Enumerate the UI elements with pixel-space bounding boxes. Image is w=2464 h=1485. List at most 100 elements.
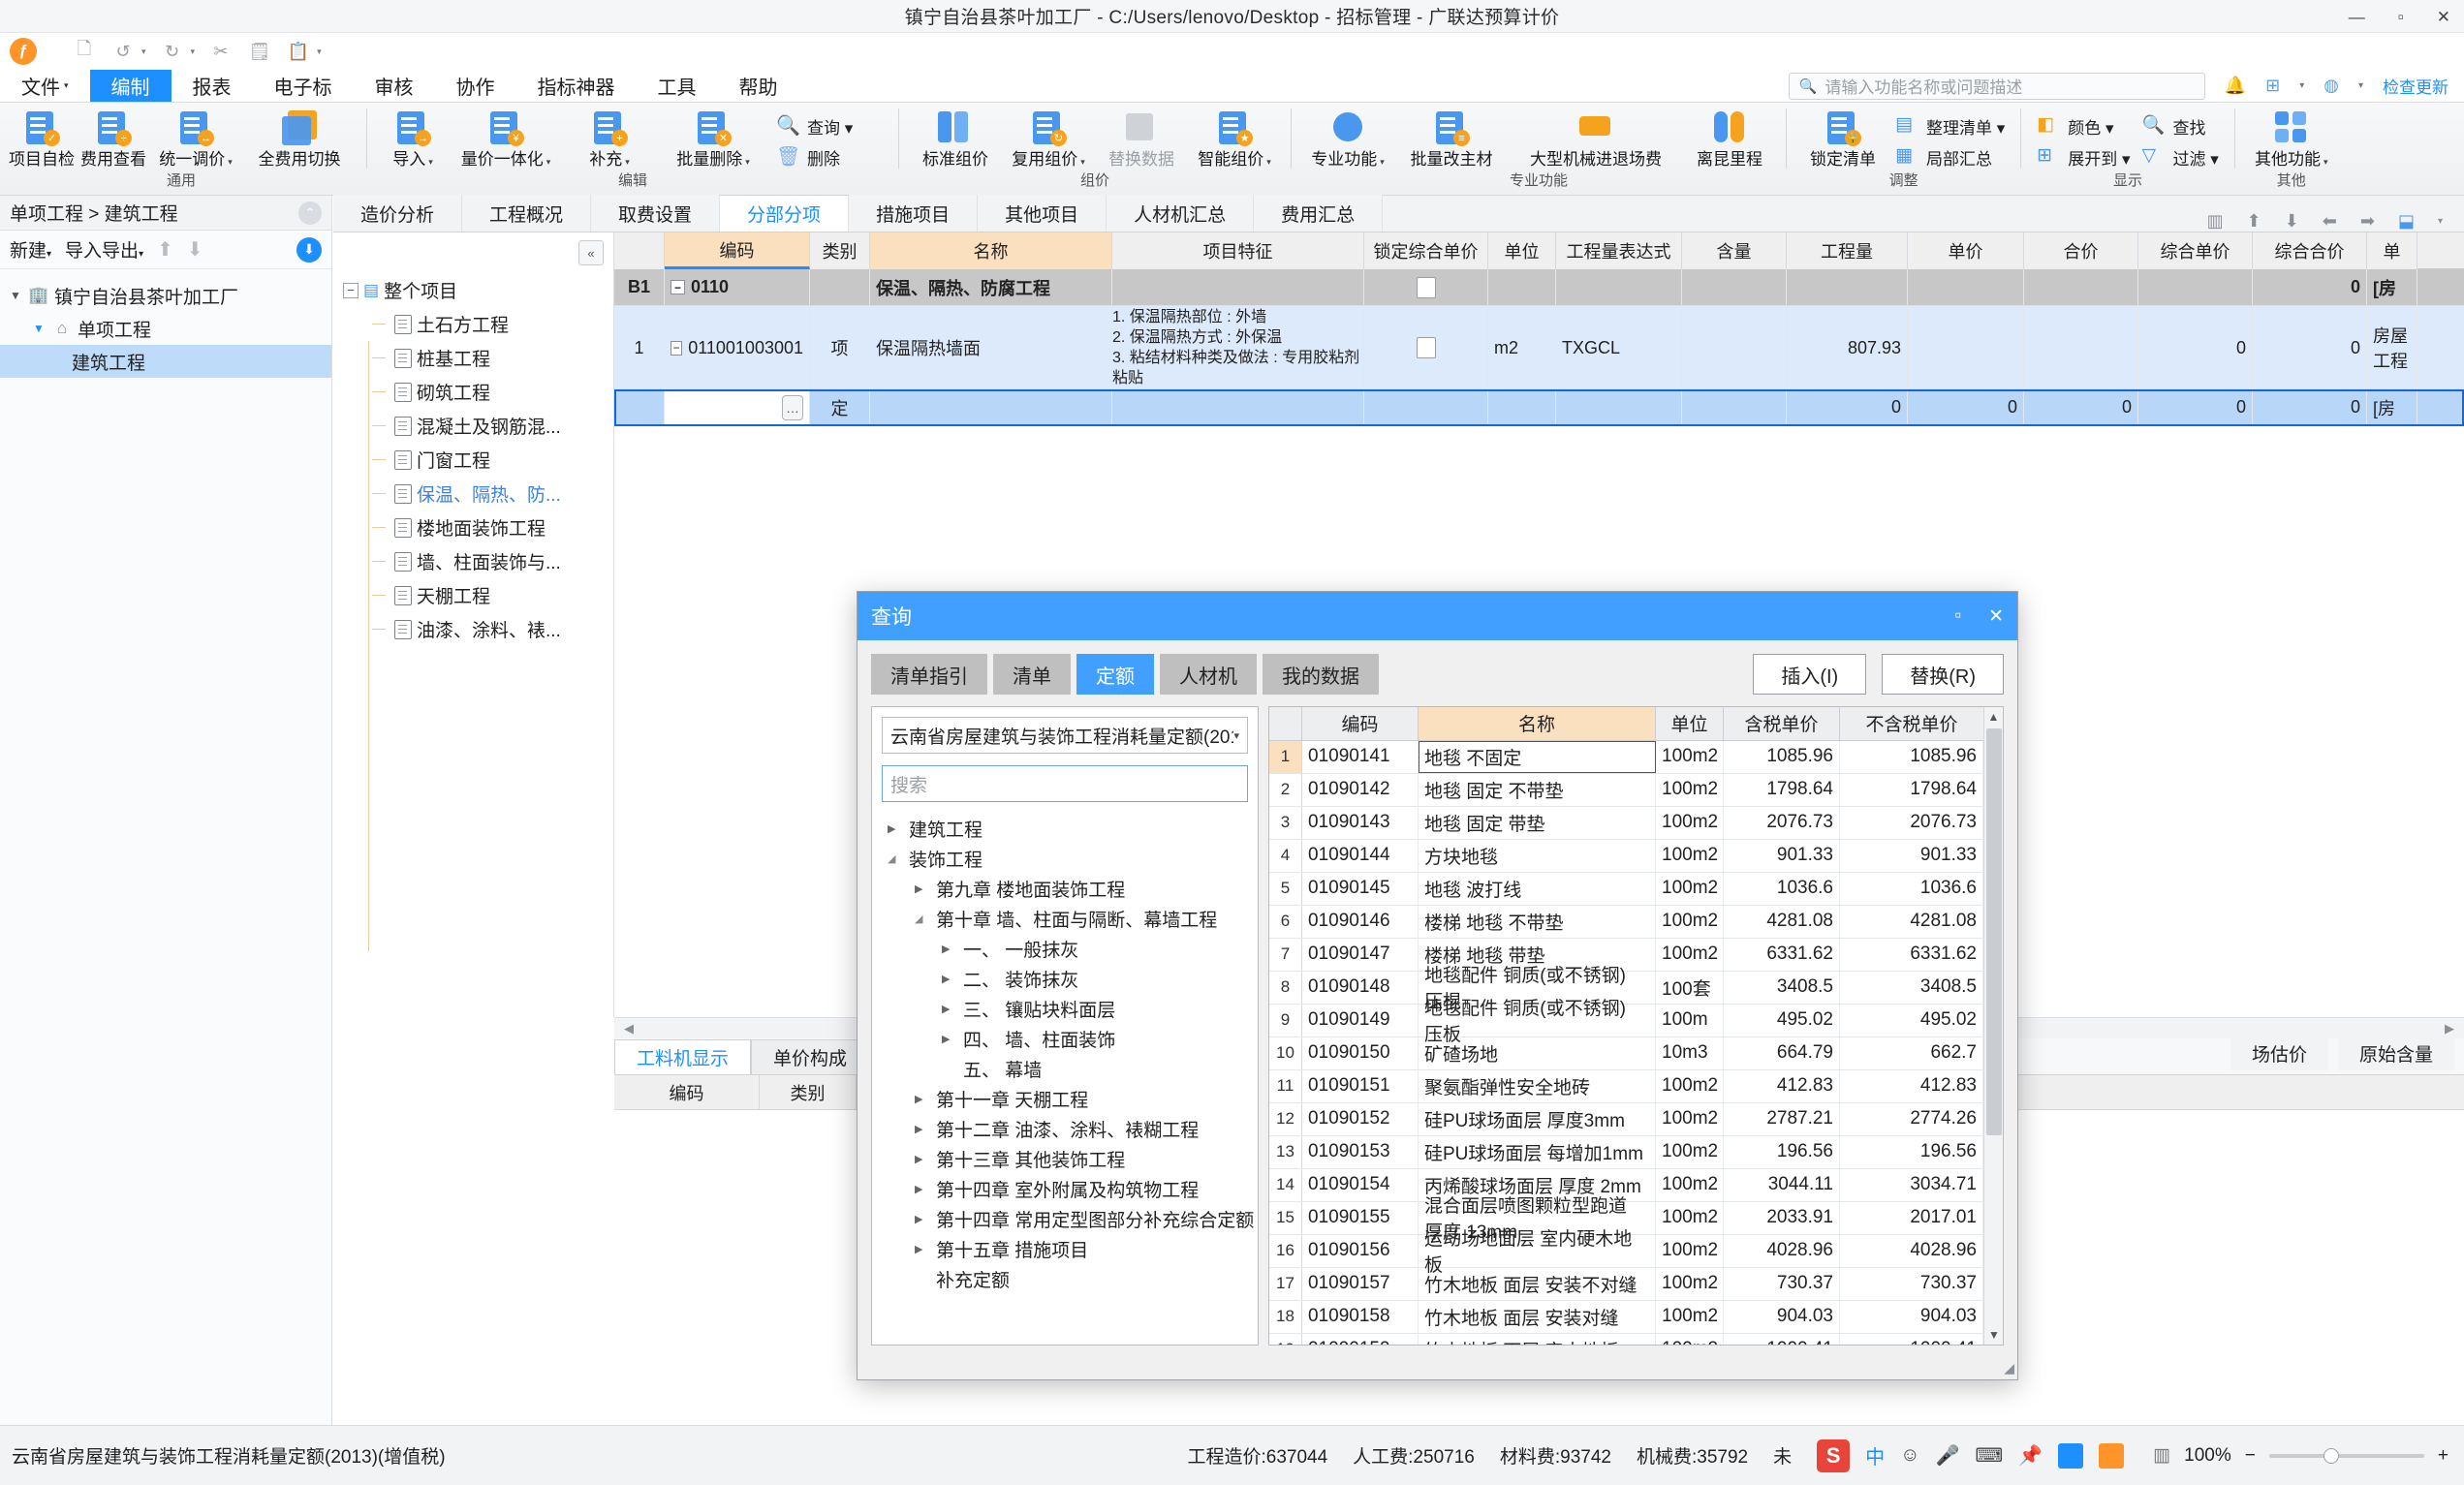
quota-cell[interactable]: 6331.62 bbox=[1724, 938, 1840, 971]
table-cell[interactable] bbox=[1682, 389, 1787, 425]
filter-button[interactable]: ▽ 过滤 ▾ bbox=[2137, 141, 2225, 172]
chevron-right-icon[interactable]: ▶ bbox=[915, 882, 928, 895]
quota-cell[interactable]: 730.37 bbox=[1724, 1267, 1840, 1300]
zoom-in-button[interactable]: + bbox=[2438, 1445, 2448, 1467]
quota-cell[interactable]: 竹木地板 面层 安装不对缝 bbox=[1419, 1267, 1656, 1300]
quota-tree-node[interactable]: ◢ 装饰工程 bbox=[878, 844, 1258, 874]
arrow-down-icon[interactable]: ⬇ bbox=[2285, 211, 2299, 232]
project-tree-node[interactable]: 门窗工程 bbox=[333, 443, 613, 477]
pro-function-button[interactable]: 专业功能 ▾ bbox=[1301, 107, 1394, 171]
replace-button[interactable]: 替换(R) bbox=[1882, 654, 2004, 695]
supplement-button[interactable]: + 补充 ▾ bbox=[563, 107, 656, 171]
menu-zhibiaoshenqi[interactable]: 指标神器 bbox=[516, 70, 637, 102]
check-update-button[interactable]: 检查更新 bbox=[2383, 74, 2448, 98]
quota-cell[interactable]: 730.37 bbox=[1840, 1267, 1983, 1300]
machine-fee-button[interactable]: 大型机械进退场费 bbox=[1509, 107, 1683, 170]
menu-xiezuo[interactable]: 协作 bbox=[435, 70, 516, 102]
sidebar-item-construction[interactable]: 建筑工程 bbox=[0, 345, 331, 378]
menu-baobiao[interactable]: 报表 bbox=[172, 70, 253, 102]
save-view-icon[interactable]: ⬓ bbox=[2398, 211, 2415, 232]
library-select[interactable]: 云南省房屋建筑与装饰工程消耗量定额(2013) ▾ bbox=[882, 717, 1248, 754]
quota-cell[interactable]: 1036.6 bbox=[1840, 872, 1983, 905]
quota-row[interactable]: 3 01090143 地毯 固定 带垫 100m2 2076.73 2076.73 bbox=[1269, 806, 2003, 840]
quota-tree-node[interactable]: ▶ 四、 墙、柱面装饰 bbox=[878, 1024, 1258, 1054]
quota-cell[interactable]: 901.33 bbox=[1840, 839, 1983, 872]
quota-tree-node[interactable]: 补充定额 bbox=[878, 1264, 1258, 1294]
quota-tree-node[interactable]: ▶ 三、 镶贴块料面层 bbox=[878, 994, 1258, 1024]
undo-icon[interactable]: ↺ bbox=[110, 39, 136, 64]
quota-cell[interactable]: 3034.71 bbox=[1840, 1168, 1983, 1201]
table-cell[interactable] bbox=[1112, 389, 1364, 425]
layout-icon[interactable]: ▥ bbox=[2153, 1444, 2170, 1467]
tab-measures[interactable]: 措施项目 bbox=[849, 195, 979, 232]
table-cell[interactable] bbox=[1682, 269, 1787, 305]
grid-col-header[interactable]: 含量 bbox=[1682, 232, 1787, 269]
grid-col-header[interactable]: 类别 bbox=[810, 232, 870, 269]
project-tree-node[interactable]: 保温、隔热、防... bbox=[333, 477, 613, 510]
quota-cell[interactable]: 100m2 bbox=[1656, 839, 1724, 872]
delete-button[interactable]: 🗑 删除 bbox=[770, 141, 858, 172]
lock-list-button[interactable]: 🔒 锁定清单 bbox=[1796, 107, 1889, 170]
grid-col-header[interactable]: 名称 bbox=[870, 232, 1112, 269]
apps-icon[interactable] bbox=[2058, 1442, 2084, 1469]
lock-checkbox[interactable] bbox=[1416, 337, 1436, 358]
quota-cell[interactable]: 100m2 bbox=[1656, 905, 1724, 938]
expand-toggle-icon[interactable]: − bbox=[671, 280, 685, 294]
table-cell[interactable] bbox=[1364, 389, 1488, 425]
table-cell[interactable] bbox=[1364, 269, 1488, 305]
grid-col-header[interactable]: 单位 bbox=[1488, 232, 1556, 269]
other-function-button[interactable]: 其他功能 ▾ bbox=[2245, 107, 2338, 171]
quota-cell[interactable]: 6 bbox=[1269, 905, 1302, 938]
quota-cell[interactable]: 100m2 bbox=[1656, 1135, 1724, 1168]
chevron-down-icon[interactable]: ▾ bbox=[2358, 80, 2363, 91]
quota-row[interactable]: 5 01090145 地毯 波打线 100m2 1036.6 1036.6 bbox=[1269, 872, 2003, 906]
quota-cell[interactable]: 2017.01 bbox=[1840, 1201, 1983, 1234]
tab-fee-settings[interactable]: 取费设置 bbox=[591, 195, 721, 232]
smart-group-button[interactable]: ★ 智能组价 ▾ bbox=[1188, 107, 1281, 171]
quota-cell[interactable]: 3044.11 bbox=[1724, 1168, 1840, 1201]
quota-cell[interactable]: 01090159 bbox=[1302, 1333, 1419, 1345]
table-cell[interactable]: 0 bbox=[2138, 389, 2253, 425]
quota-cell[interactable]: 01090151 bbox=[1302, 1069, 1419, 1102]
grid-col-header[interactable]: 锁定综合单价 bbox=[1364, 232, 1488, 269]
redo-caret-icon[interactable]: ▾ bbox=[191, 46, 196, 57]
zoom-out-button[interactable]: − bbox=[2245, 1445, 2256, 1467]
ellipsis-button[interactable]: … bbox=[782, 394, 803, 420]
table-cell[interactable]: 0 bbox=[2253, 269, 2367, 305]
quota-cell[interactable]: 100m2 bbox=[1656, 1300, 1724, 1333]
chevron-right-icon[interactable]: ▶ bbox=[942, 973, 955, 985]
search-box[interactable]: 🔍 请输入功能名称或问题描述 bbox=[1788, 72, 2205, 100]
quota-tree-node[interactable]: ▶ 第十四章 室外附属及构筑物工程 bbox=[878, 1174, 1258, 1204]
quota-cell[interactable]: 100m2 bbox=[1656, 1168, 1724, 1201]
undo-caret-icon[interactable]: ▾ bbox=[141, 46, 146, 57]
quota-cell[interactable]: 3408.5 bbox=[1724, 971, 1840, 1004]
close-button[interactable]: ✕ bbox=[2437, 9, 2450, 25]
quota-cell[interactable]: 4281.08 bbox=[1840, 905, 1983, 938]
quota-cell[interactable]: 412.83 bbox=[1840, 1069, 1983, 1102]
smiley-icon[interactable]: ☺ bbox=[1900, 1444, 1919, 1467]
quota-cell[interactable]: 2033.91 bbox=[1724, 1201, 1840, 1234]
table-cell[interactable]: 0 bbox=[2024, 389, 2138, 425]
quota-cell[interactable]: 01090157 bbox=[1302, 1267, 1419, 1300]
quota-row[interactable]: 1901090159竹木地板 面层 实木地板100m21000.411000.4… bbox=[1269, 1333, 2003, 1345]
sidebar-item-project[interactable]: ▼ 🏢 镇宁自治县茶叶加工厂 bbox=[0, 279, 331, 312]
table-cell[interactable]: 807.93 bbox=[1787, 306, 1908, 389]
chevron-left-icon[interactable]: « bbox=[578, 240, 604, 265]
quota-cell[interactable]: 2076.73 bbox=[1724, 806, 1840, 839]
chevron-right-icon[interactable]: ▶ bbox=[915, 1243, 928, 1255]
menu-shenhe[interactable]: 审核 bbox=[354, 70, 435, 102]
query-button[interactable]: 🔍 查询 ▾ bbox=[770, 110, 858, 141]
quota-cell[interactable]: 904.03 bbox=[1840, 1300, 1983, 1333]
batch-material-button[interactable]: ≡ 批量改主材 bbox=[1394, 107, 1509, 170]
chevron-right-icon[interactable]: ▶ bbox=[942, 1003, 955, 1015]
quota-cell[interactable]: 01090145 bbox=[1302, 872, 1419, 905]
qty-price-button[interactable]: ¥ 量价一体化 ▾ bbox=[449, 107, 563, 171]
grid-col-header[interactable]: 编码 bbox=[665, 232, 810, 269]
resize-handle[interactable]: ◢ bbox=[2004, 1360, 2014, 1377]
quota-tree-node[interactable]: ◢ 第十章 墙、柱面与隔断、幕墙工程 bbox=[878, 904, 1258, 934]
bottom-tab-unit-price[interactable]: 单价构成 bbox=[751, 1039, 870, 1074]
quota-tree-node[interactable]: ▶ 第十四章 常用定型图部分补充综合定额 bbox=[878, 1204, 1258, 1234]
keyboard-icon[interactable]: ⌨ bbox=[1975, 1443, 2003, 1468]
table-row[interactable]: 1−011001003001 项保温隔热墙面 1. 保温隔热部位 : 外墙 2. 保温… bbox=[614, 306, 2464, 389]
quota-row[interactable]: 1 01090141 地毯 不固定 100m2 1085.96 1085.96 bbox=[1269, 740, 2003, 774]
